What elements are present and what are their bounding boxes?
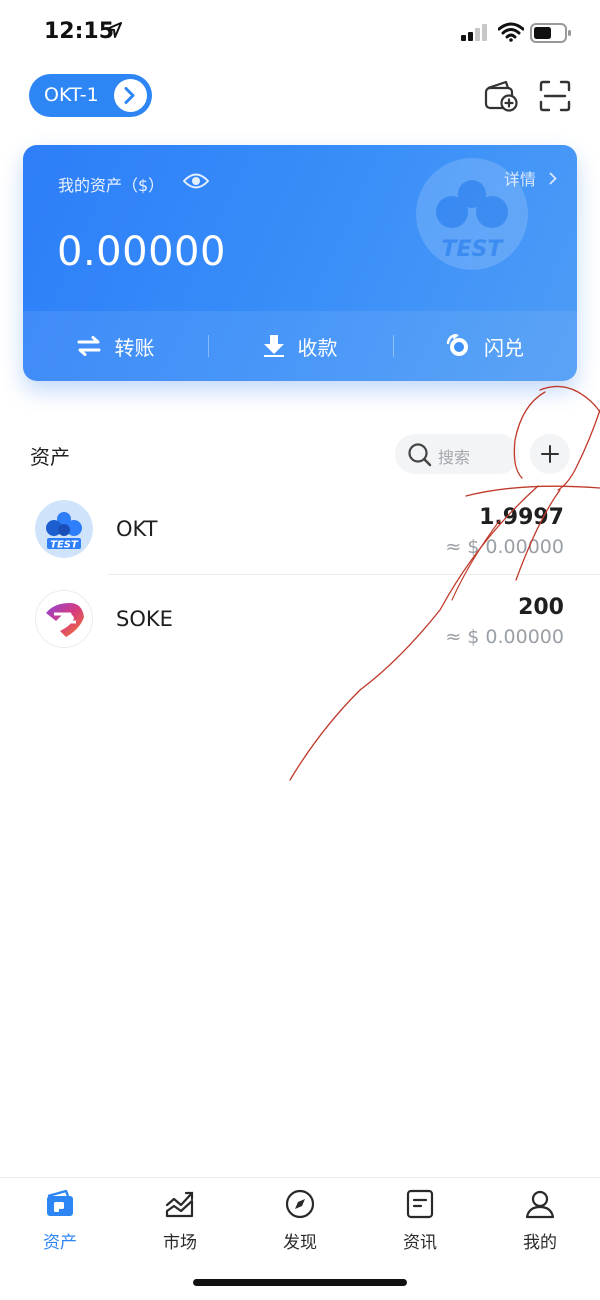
swap-icon (446, 334, 468, 356)
asset-card: TEST 我的资产（$） 详情 0.00000 转账 收款 闪兑 (23, 145, 577, 381)
total-balance: 0.00000 (57, 229, 226, 275)
home-indicator (193, 1279, 407, 1286)
transfer-label: 转账 (114, 335, 155, 360)
add-token-button[interactable] (530, 434, 570, 474)
market-chart-icon (165, 1191, 194, 1218)
battery-icon (530, 23, 571, 43)
tab-profile[interactable]: 我的 (480, 1178, 600, 1258)
token-amount: 200 (518, 595, 564, 620)
assets-section-title: 资产 (30, 445, 70, 469)
search-placeholder: 搜索 (438, 448, 471, 467)
chevron-right-icon (544, 170, 557, 189)
wifi-icon (498, 22, 524, 42)
watermark-text: TEST (442, 237, 505, 262)
tab-market[interactable]: 市场 (120, 1178, 240, 1258)
receive-label: 收款 (297, 335, 338, 360)
receive-button[interactable]: 收款 (208, 311, 393, 381)
okt-logo-icon: TEST (35, 500, 93, 558)
network-selector-button[interactable]: OKT-1 (29, 74, 152, 117)
soke-logo-icon (35, 590, 93, 648)
news-document-icon (406, 1189, 434, 1219)
transfer-button[interactable]: 转账 (23, 311, 208, 381)
chevron-right-icon (114, 79, 147, 112)
details-link[interactable]: 详情 (504, 166, 557, 190)
scan-icon[interactable] (539, 80, 571, 112)
tab-assets[interactable]: 资产 (0, 1178, 120, 1258)
plus-icon (541, 445, 559, 463)
token-row-soke[interactable]: SOKE 200 ≈ $ 0.00000 (0, 575, 600, 665)
location-arrow-icon (106, 22, 122, 38)
swap-label: 闪兑 (484, 335, 524, 360)
okt-logo-text: TEST (50, 540, 79, 551)
transfer-arrows-icon (77, 336, 100, 356)
token-symbol: OKT (116, 517, 158, 541)
token-usd-value: ≈ $ 0.00000 (445, 626, 564, 648)
token-usd-value: ≈ $ 0.00000 (445, 536, 564, 558)
tab-label: 我的 (523, 1233, 557, 1253)
token-amount: 1.9997 (479, 505, 564, 530)
eye-icon[interactable] (183, 172, 209, 190)
swap-button[interactable]: 闪兑 (393, 311, 577, 381)
total-assets-label: 我的资产（$） (58, 176, 165, 195)
token-search-input[interactable]: 搜索 (395, 434, 519, 474)
compass-icon (285, 1189, 315, 1219)
token-symbol: SOKE (116, 607, 173, 631)
card-actions: 转账 收款 闪兑 (23, 311, 577, 381)
user-icon (525, 1190, 555, 1219)
tab-label: 发现 (283, 1233, 317, 1253)
tab-news[interactable]: 资讯 (360, 1178, 480, 1258)
tab-label: 市场 (163, 1233, 197, 1253)
red-annotation-scribble (289, 385, 600, 781)
token-row-okt[interactable]: TEST OKT 1.9997 ≈ $ 0.00000 (0, 485, 600, 575)
tab-label: 资产 (43, 1233, 77, 1253)
tab-discover[interactable]: 发现 (240, 1178, 360, 1258)
network-label: OKT-1 (44, 84, 99, 106)
tab-label: 资讯 (403, 1233, 437, 1253)
add-wallet-icon[interactable] (484, 80, 518, 112)
cellular-signal-icon (461, 24, 487, 41)
details-label: 详情 (503, 170, 536, 189)
status-bar: 12:15 (0, 0, 600, 66)
wallet-icon (47, 1189, 73, 1216)
download-arrow-icon (263, 335, 284, 357)
status-time: 12:15 (44, 19, 115, 44)
search-icon (408, 443, 432, 467)
